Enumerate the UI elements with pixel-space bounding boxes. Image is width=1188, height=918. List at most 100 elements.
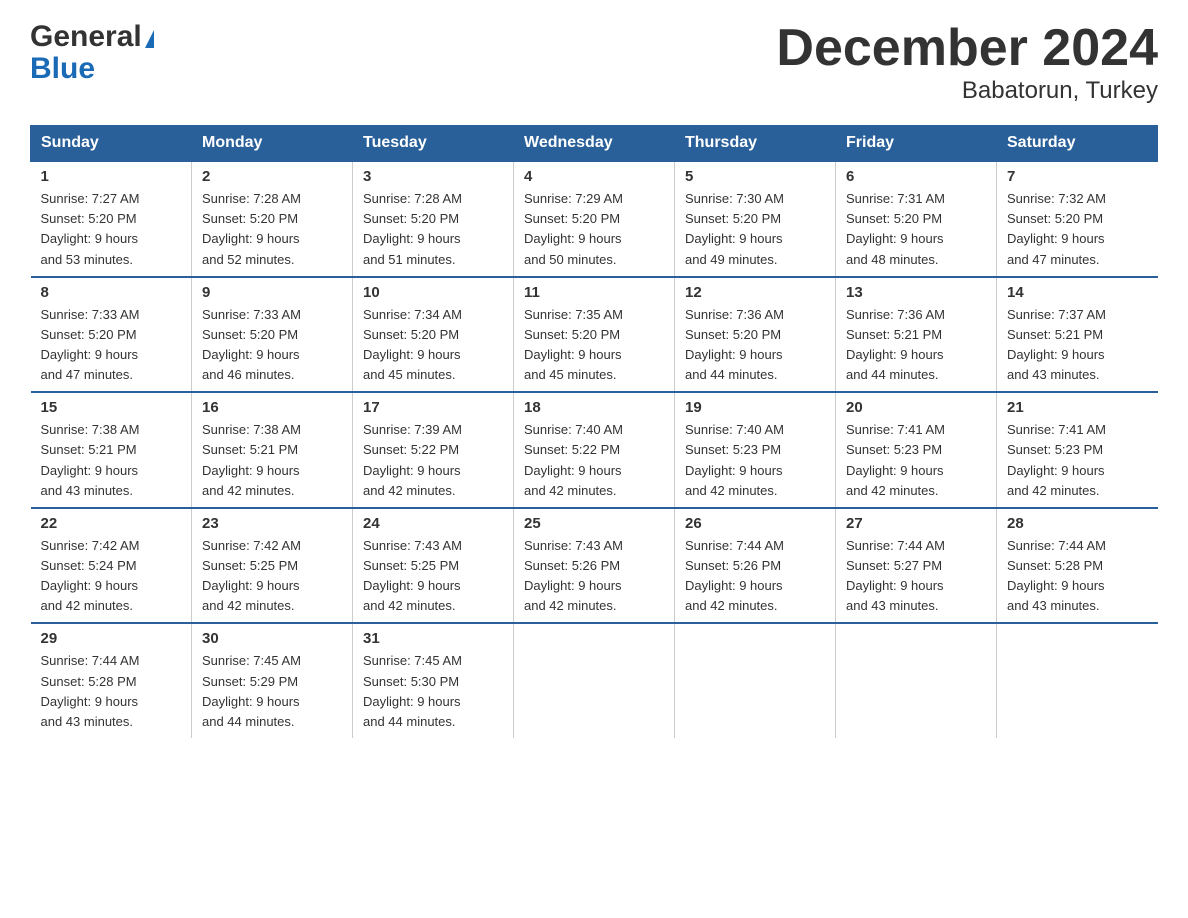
calendar-cell: 3 Sunrise: 7:28 AMSunset: 5:20 PMDaylight…	[353, 161, 514, 277]
day-number: 10	[363, 284, 503, 301]
calendar-cell: 13Sunrise: 7:36 AMSunset: 5:21 PMDayligh…	[836, 277, 997, 393]
day-number: 14	[1007, 284, 1148, 301]
page-title: December 2024	[776, 20, 1158, 77]
day-number: 19	[685, 399, 825, 416]
day-info: Sunrise: 7:42 AMSunset: 5:24 PMDaylight:…	[41, 536, 182, 617]
day-number: 6	[846, 168, 986, 185]
day-number: 16	[202, 399, 342, 416]
day-number: 25	[524, 515, 664, 532]
calendar-cell: 16Sunrise: 7:38 AMSunset: 5:21 PMDayligh…	[192, 392, 353, 508]
calendar-cell: 2 Sunrise: 7:28 AMSunset: 5:20 PMDaylight…	[192, 161, 353, 277]
day-info: Sunrise: 7:40 AMSunset: 5:23 PMDaylight:…	[685, 420, 825, 501]
day-info: Sunrise: 7:44 AMSunset: 5:26 PMDaylight:…	[685, 536, 825, 617]
calendar-cell	[836, 623, 997, 738]
calendar-cell: 10 Sunrise: 7:34 AMSunset: 5:20 PMDayligh…	[353, 277, 514, 393]
logo-general: General	[30, 20, 142, 54]
calendar-cell: 11 Sunrise: 7:35 AMSunset: 5:20 PMDayligh…	[514, 277, 675, 393]
page-subtitle: Babatorun, Turkey	[776, 77, 1158, 105]
day-info: Sunrise: 7:30 AMSunset: 5:20 PMDaylight:…	[685, 189, 825, 270]
calendar-cell: 23 Sunrise: 7:42 AMSunset: 5:25 PMDayligh…	[192, 508, 353, 624]
day-info: Sunrise: 7:28 AMSunset: 5:20 PMDaylight:…	[363, 189, 503, 270]
day-number: 22	[41, 515, 182, 532]
day-info: Sunrise: 7:44 AMSunset: 5:28 PMDaylight:…	[1007, 536, 1148, 617]
title-block: December 2024 Babatorun, Turkey	[776, 20, 1158, 105]
calendar-header-sunday: Sunday	[31, 126, 192, 162]
day-info: Sunrise: 7:43 AMSunset: 5:25 PMDaylight:…	[363, 536, 503, 617]
day-number: 11	[524, 284, 664, 301]
day-number: 5	[685, 168, 825, 185]
calendar-table: SundayMondayTuesdayWednesdayThursdayFrid…	[30, 125, 1158, 738]
day-number: 3	[363, 168, 503, 185]
day-number: 21	[1007, 399, 1148, 416]
calendar-cell: 25 Sunrise: 7:43 AMSunset: 5:26 PMDayligh…	[514, 508, 675, 624]
day-number: 12	[685, 284, 825, 301]
calendar-cell: 19 Sunrise: 7:40 AMSunset: 5:23 PMDayligh…	[675, 392, 836, 508]
day-info: Sunrise: 7:45 AMSunset: 5:29 PMDaylight:…	[202, 651, 342, 732]
day-number: 4	[524, 168, 664, 185]
calendar-cell: 8Sunrise: 7:33 AMSunset: 5:20 PMDaylight…	[31, 277, 192, 393]
day-number: 27	[846, 515, 986, 532]
day-info: Sunrise: 7:33 AMSunset: 5:20 PMDaylight:…	[202, 305, 342, 386]
calendar-cell: 14 Sunrise: 7:37 AMSunset: 5:21 PMDayligh…	[997, 277, 1158, 393]
calendar-cell: 21Sunrise: 7:41 AMSunset: 5:23 PMDayligh…	[997, 392, 1158, 508]
day-number: 26	[685, 515, 825, 532]
calendar-header-monday: Monday	[192, 126, 353, 162]
day-info: Sunrise: 7:28 AMSunset: 5:20 PMDaylight:…	[202, 189, 342, 270]
calendar-cell: 30 Sunrise: 7:45 AMSunset: 5:29 PMDayligh…	[192, 623, 353, 738]
day-number: 2	[202, 168, 342, 185]
day-info: Sunrise: 7:42 AMSunset: 5:25 PMDaylight:…	[202, 536, 342, 617]
day-number: 30	[202, 630, 342, 647]
calendar-cell: 22 Sunrise: 7:42 AMSunset: 5:24 PMDayligh…	[31, 508, 192, 624]
day-info: Sunrise: 7:37 AMSunset: 5:21 PMDaylight:…	[1007, 305, 1148, 386]
calendar-cell: 12 Sunrise: 7:36 AMSunset: 5:20 PMDayligh…	[675, 277, 836, 393]
calendar-cell: 9 Sunrise: 7:33 AMSunset: 5:20 PMDaylight…	[192, 277, 353, 393]
calendar-cell: 20Sunrise: 7:41 AMSunset: 5:23 PMDayligh…	[836, 392, 997, 508]
day-info: Sunrise: 7:43 AMSunset: 5:26 PMDaylight:…	[524, 536, 664, 617]
calendar-cell: 26 Sunrise: 7:44 AMSunset: 5:26 PMDayligh…	[675, 508, 836, 624]
calendar-header-friday: Friday	[836, 126, 997, 162]
calendar-cell: 4 Sunrise: 7:29 AMSunset: 5:20 PMDaylight…	[514, 161, 675, 277]
calendar-header-row: SundayMondayTuesdayWednesdayThursdayFrid…	[31, 126, 1158, 162]
calendar-week-row: 1 Sunrise: 7:27 AMSunset: 5:20 PMDaylight…	[31, 161, 1158, 277]
logo-triangle-icon	[145, 30, 154, 48]
day-info: Sunrise: 7:29 AMSunset: 5:20 PMDaylight:…	[524, 189, 664, 270]
calendar-header-wednesday: Wednesday	[514, 126, 675, 162]
calendar-cell: 6Sunrise: 7:31 AMSunset: 5:20 PMDaylight…	[836, 161, 997, 277]
day-info: Sunrise: 7:32 AMSunset: 5:20 PMDaylight:…	[1007, 189, 1148, 270]
calendar-header-saturday: Saturday	[997, 126, 1158, 162]
calendar-week-row: 22 Sunrise: 7:42 AMSunset: 5:24 PMDayligh…	[31, 508, 1158, 624]
day-number: 20	[846, 399, 986, 416]
calendar-header-tuesday: Tuesday	[353, 126, 514, 162]
day-info: Sunrise: 7:27 AMSunset: 5:20 PMDaylight:…	[41, 189, 182, 270]
day-info: Sunrise: 7:36 AMSunset: 5:21 PMDaylight:…	[846, 305, 986, 386]
calendar-cell: 29Sunrise: 7:44 AMSunset: 5:28 PMDayligh…	[31, 623, 192, 738]
day-number: 29	[41, 630, 182, 647]
calendar-cell: 5 Sunrise: 7:30 AMSunset: 5:20 PMDaylight…	[675, 161, 836, 277]
logo: General Blue	[30, 20, 154, 84]
day-number: 8	[41, 284, 182, 301]
day-number: 18	[524, 399, 664, 416]
day-number: 9	[202, 284, 342, 301]
calendar-cell: 27 Sunrise: 7:44 AMSunset: 5:27 PMDayligh…	[836, 508, 997, 624]
day-info: Sunrise: 7:34 AMSunset: 5:20 PMDaylight:…	[363, 305, 503, 386]
day-info: Sunrise: 7:38 AMSunset: 5:21 PMDaylight:…	[41, 420, 182, 501]
calendar-cell: 7 Sunrise: 7:32 AMSunset: 5:20 PMDaylight…	[997, 161, 1158, 277]
day-info: Sunrise: 7:39 AMSunset: 5:22 PMDaylight:…	[363, 420, 503, 501]
day-number: 17	[363, 399, 503, 416]
day-number: 1	[41, 168, 182, 185]
day-info: Sunrise: 7:44 AMSunset: 5:27 PMDaylight:…	[846, 536, 986, 617]
day-number: 15	[41, 399, 182, 416]
day-info: Sunrise: 7:36 AMSunset: 5:20 PMDaylight:…	[685, 305, 825, 386]
calendar-cell: 18Sunrise: 7:40 AMSunset: 5:22 PMDayligh…	[514, 392, 675, 508]
day-info: Sunrise: 7:45 AMSunset: 5:30 PMDaylight:…	[363, 651, 503, 732]
calendar-cell: 17 Sunrise: 7:39 AMSunset: 5:22 PMDayligh…	[353, 392, 514, 508]
page-header: General Blue December 2024 Babatorun, Tu…	[30, 20, 1158, 105]
calendar-cell	[675, 623, 836, 738]
day-number: 7	[1007, 168, 1148, 185]
calendar-cell: 1 Sunrise: 7:27 AMSunset: 5:20 PMDaylight…	[31, 161, 192, 277]
day-number: 23	[202, 515, 342, 532]
calendar-cell: 24Sunrise: 7:43 AMSunset: 5:25 PMDayligh…	[353, 508, 514, 624]
day-info: Sunrise: 7:35 AMSunset: 5:20 PMDaylight:…	[524, 305, 664, 386]
day-number: 28	[1007, 515, 1148, 532]
calendar-cell: 15 Sunrise: 7:38 AMSunset: 5:21 PMDayligh…	[31, 392, 192, 508]
